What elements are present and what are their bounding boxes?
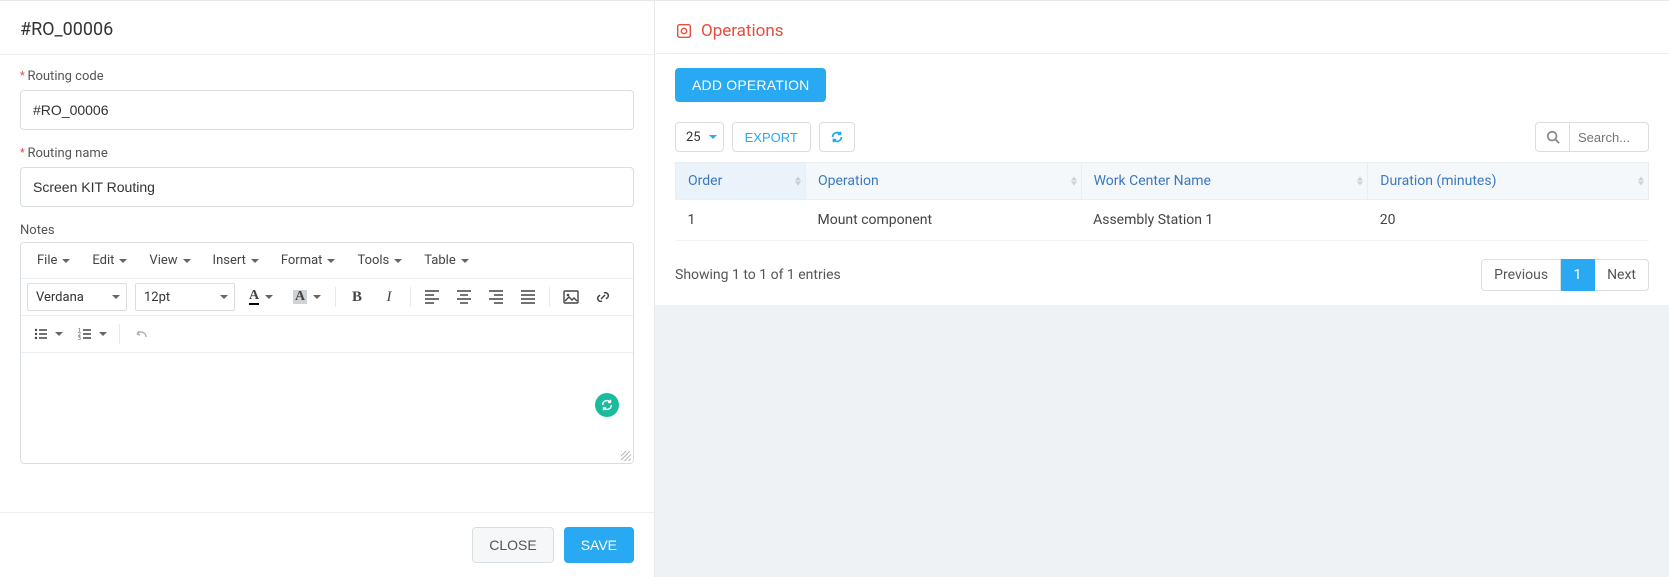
rich-text-editor: File Edit View Insert Format Tools Table… (20, 242, 634, 464)
rte-assistant-button[interactable] (595, 393, 619, 417)
rte-italic-button[interactable]: I (374, 283, 404, 311)
rte-undo-button[interactable] (126, 320, 156, 348)
close-button[interactable]: CLOSE (472, 527, 553, 563)
caret-down-icon (461, 259, 469, 263)
routing-name-label: Routing name (20, 146, 634, 161)
search-input[interactable] (1569, 122, 1649, 152)
cell-work-center: Assembly Station 1 (1081, 200, 1368, 241)
separator (119, 324, 120, 344)
rte-menu-edit[interactable]: Edit (82, 247, 137, 274)
empty-area (655, 305, 1669, 577)
notes-label: Notes (20, 223, 634, 238)
rte-content-area[interactable] (21, 353, 633, 463)
rte-menu-view[interactable]: View (139, 247, 200, 274)
rte-align-left-button[interactable] (417, 283, 447, 311)
caret-down-icon (183, 259, 191, 263)
caret-down-icon (119, 259, 127, 263)
rte-numbered-list-button[interactable]: 123 (71, 320, 113, 348)
export-button[interactable]: EXPORT (732, 122, 811, 152)
align-right-icon (488, 289, 504, 305)
table-info: Showing 1 to 1 of 1 entries (675, 267, 841, 283)
rte-bold-button[interactable]: B (342, 283, 372, 311)
refresh-button[interactable] (819, 122, 855, 152)
align-left-icon (424, 289, 440, 305)
align-justify-icon (520, 289, 536, 305)
col-operation[interactable]: Operation (806, 163, 1082, 200)
caret-down-icon (327, 259, 335, 263)
rte-align-center-button[interactable] (449, 283, 479, 311)
pager-prev[interactable]: Previous (1481, 259, 1561, 291)
separator (410, 287, 411, 307)
caret-down-icon (709, 135, 717, 139)
rte-text-color-button[interactable]: A (243, 283, 285, 311)
cell-operation: Mount component (806, 200, 1082, 241)
pager-page-1[interactable]: 1 (1561, 259, 1595, 291)
rte-menu-tools[interactable]: Tools (347, 247, 412, 274)
rte-align-right-button[interactable] (481, 283, 511, 311)
caret-down-icon (99, 332, 107, 336)
col-work-center[interactable]: Work Center Name (1081, 163, 1368, 200)
separator (335, 287, 336, 307)
rte-menu-file[interactable]: File (27, 247, 80, 274)
rte-menu-table[interactable]: Table (414, 247, 478, 274)
separator (549, 287, 550, 307)
rte-align-justify-button[interactable] (513, 283, 543, 311)
operations-icon (675, 22, 693, 40)
table-row[interactable]: 1 Mount component Assembly Station 1 20 (676, 200, 1649, 241)
image-icon (563, 289, 579, 305)
numbered-list-icon: 123 (77, 326, 93, 342)
col-order[interactable]: Order (676, 163, 806, 200)
svg-text:3: 3 (78, 336, 81, 342)
cell-duration: 20 (1368, 200, 1649, 241)
refresh-icon (830, 130, 844, 144)
link-icon (595, 289, 611, 305)
col-duration[interactable]: Duration (minutes) (1368, 163, 1649, 200)
pager-next[interactable]: Next (1595, 259, 1649, 291)
page-size-select[interactable]: 25 (675, 122, 724, 152)
rte-bullet-list-button[interactable] (27, 320, 69, 348)
save-button[interactable]: SAVE (564, 527, 634, 563)
operations-title: Operations (701, 21, 784, 41)
rte-font-size-select[interactable]: 12pt (135, 283, 235, 311)
caret-down-icon (220, 295, 228, 299)
bullet-list-icon (33, 326, 49, 342)
cell-order: 1 (676, 200, 806, 241)
rte-menu-insert[interactable]: Insert (203, 247, 269, 274)
caret-down-icon (251, 259, 259, 263)
pager: Previous 1 Next (1481, 259, 1649, 291)
routing-code-input[interactable] (20, 90, 634, 130)
refresh-icon (600, 398, 614, 412)
resize-handle-icon[interactable] (621, 451, 631, 461)
caret-down-icon (62, 259, 70, 263)
align-center-icon (456, 289, 472, 305)
rte-menu-format[interactable]: Format (271, 247, 346, 274)
caret-down-icon (55, 332, 63, 336)
rte-highlight-color-button[interactable]: A (287, 283, 329, 311)
rte-link-button[interactable] (588, 283, 618, 311)
operations-table: Order Operation Work Center Name Duratio… (675, 162, 1649, 241)
search-icon (1535, 122, 1569, 152)
rte-image-button[interactable] (556, 283, 586, 311)
caret-down-icon (394, 259, 402, 263)
undo-icon (133, 326, 149, 342)
add-operation-button[interactable]: ADD OPERATION (675, 68, 826, 102)
page-title: #RO_00006 (0, 1, 654, 55)
rte-font-family-select[interactable]: Verdana (27, 283, 127, 311)
caret-down-icon (313, 295, 321, 299)
caret-down-icon (112, 295, 120, 299)
caret-down-icon (265, 295, 273, 299)
routing-name-input[interactable] (20, 167, 634, 207)
routing-code-label: Routing code (20, 69, 634, 84)
